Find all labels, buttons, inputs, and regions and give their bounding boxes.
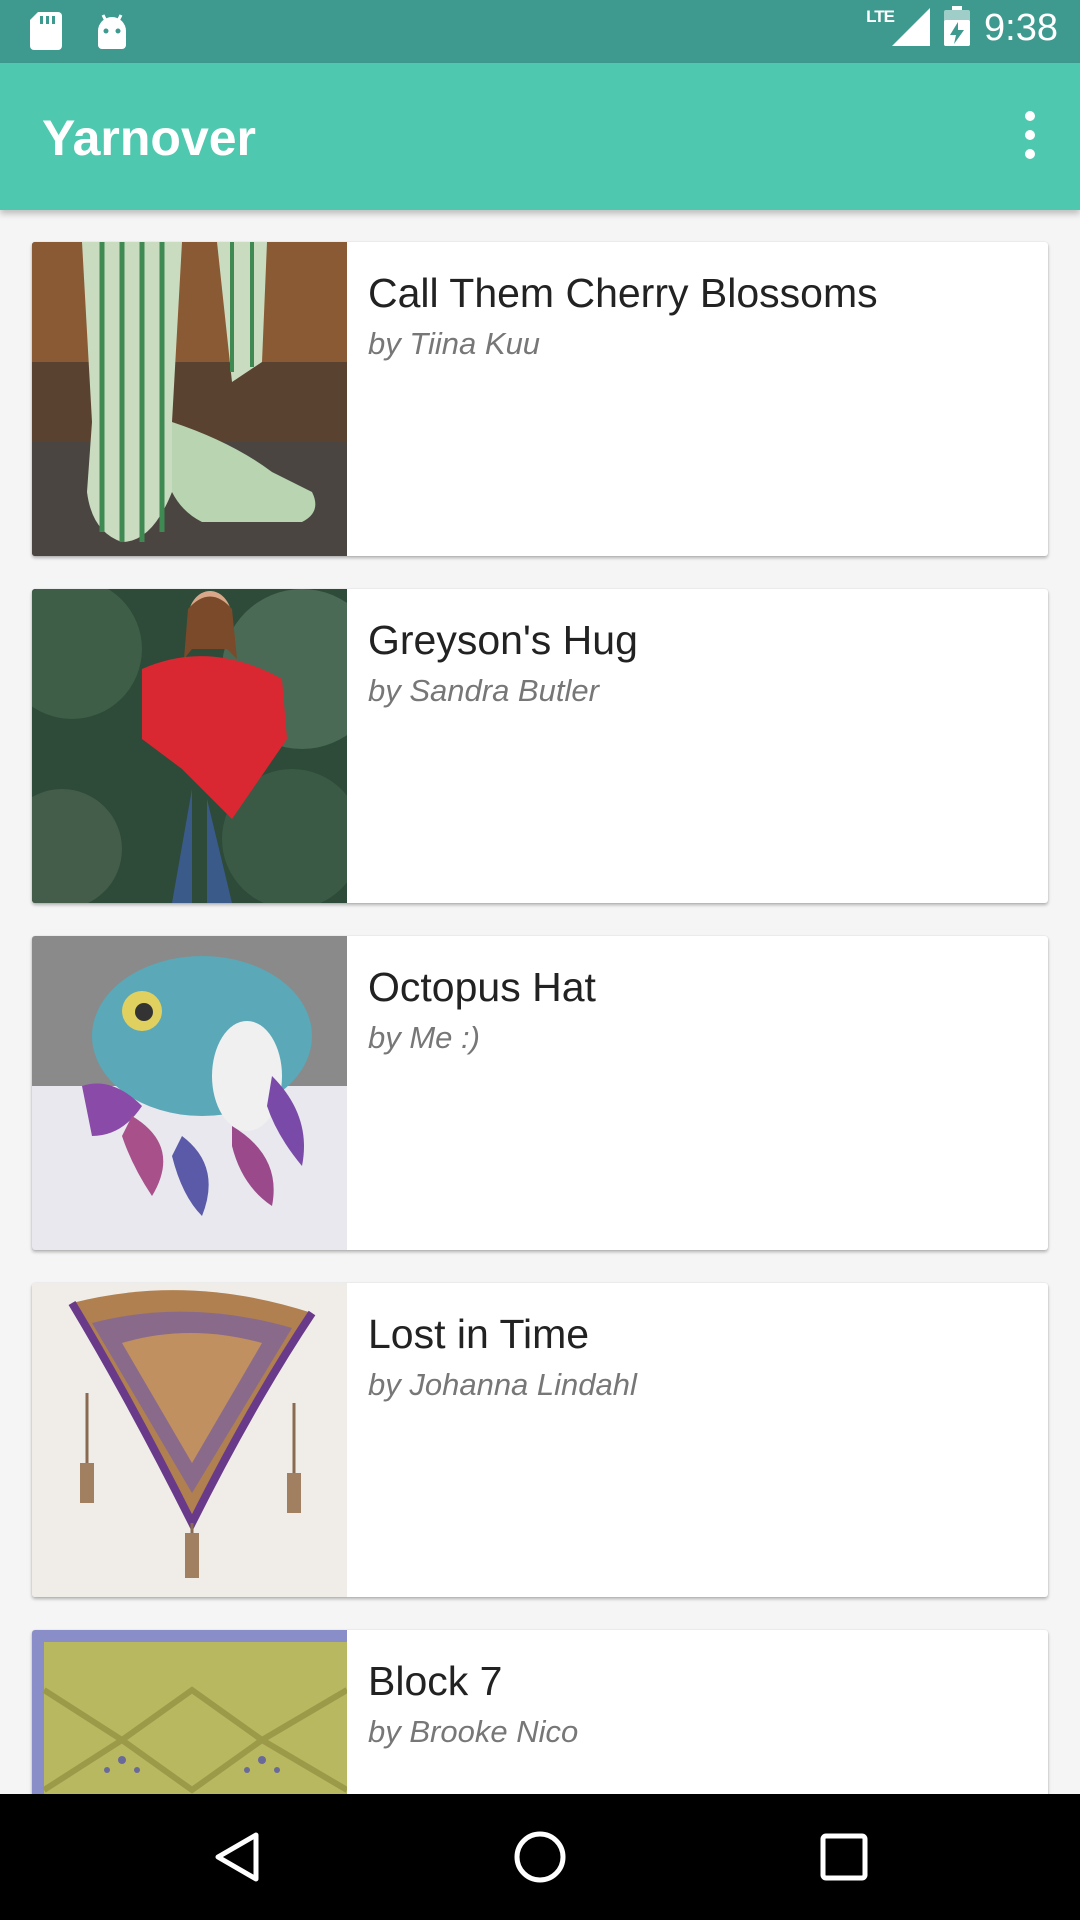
more-vert-icon	[1025, 111, 1035, 121]
pattern-thumbnail	[32, 936, 347, 1250]
pattern-title: Block 7	[368, 1658, 503, 1704]
more-options-button[interactable]	[1006, 105, 1054, 165]
back-icon	[215, 1832, 259, 1882]
clock: 9:38	[984, 7, 1058, 49]
poncho-photo	[32, 589, 347, 903]
pattern-author: by Brooke Nico	[368, 1714, 579, 1749]
recents-icon	[820, 1833, 868, 1881]
navigation-bar	[0, 1794, 1080, 1920]
app-title: Yarnover	[42, 110, 257, 166]
battery-icon	[944, 6, 971, 51]
pattern-card[interactable]: Call Them Cherry Blossoms by Tiina Kuu	[32, 242, 1048, 556]
network-type: LTE	[866, 6, 895, 26]
pattern-thumbnail	[32, 1630, 347, 1794]
pattern-list[interactable]: Call Them Cherry Blossoms by Tiina Kuu G…	[0, 210, 1080, 1794]
pattern-title: Lost in Time	[368, 1311, 590, 1357]
app-bar: Yarnover	[0, 63, 1080, 210]
lace-block-photo	[32, 1630, 347, 1794]
pattern-author: by Sandra Butler	[368, 673, 599, 708]
pattern-card[interactable]: Greyson's Hug by Sandra Butler	[32, 589, 1048, 903]
socks-photo	[32, 242, 347, 556]
signal-icon	[890, 6, 931, 51]
pattern-title: Call Them Cherry Blossoms	[368, 270, 878, 316]
android-icon	[96, 13, 128, 49]
status-right: LTE 9:38	[866, 6, 1058, 51]
pattern-title: Greyson's Hug	[368, 617, 638, 663]
pattern-card[interactable]: Octopus Hat by Me :)	[32, 936, 1048, 1250]
status-bar: LTE 9:38	[0, 0, 1080, 63]
pattern-card[interactable]: Lost in Time by Johanna Lindahl	[32, 1283, 1048, 1597]
pattern-thumbnail	[32, 589, 347, 903]
pattern-author: by Tiina Kuu	[368, 326, 541, 361]
home-icon	[514, 1831, 566, 1883]
pattern-thumbnail	[32, 242, 347, 556]
pattern-title: Octopus Hat	[368, 964, 596, 1010]
shawl-photo	[32, 1283, 347, 1597]
recents-button[interactable]	[809, 1824, 879, 1890]
back-button[interactable]	[202, 1824, 272, 1890]
octopus-hat-photo	[32, 936, 347, 1250]
home-button[interactable]	[505, 1824, 575, 1890]
pattern-author: by Me :)	[368, 1020, 480, 1055]
pattern-card[interactable]: Block 7 by Brooke Nico	[32, 1630, 1048, 1794]
sd-card-icon	[30, 12, 62, 50]
pattern-thumbnail	[32, 1283, 347, 1597]
status-left	[30, 12, 128, 50]
pattern-author: by Johanna Lindahl	[368, 1367, 637, 1402]
